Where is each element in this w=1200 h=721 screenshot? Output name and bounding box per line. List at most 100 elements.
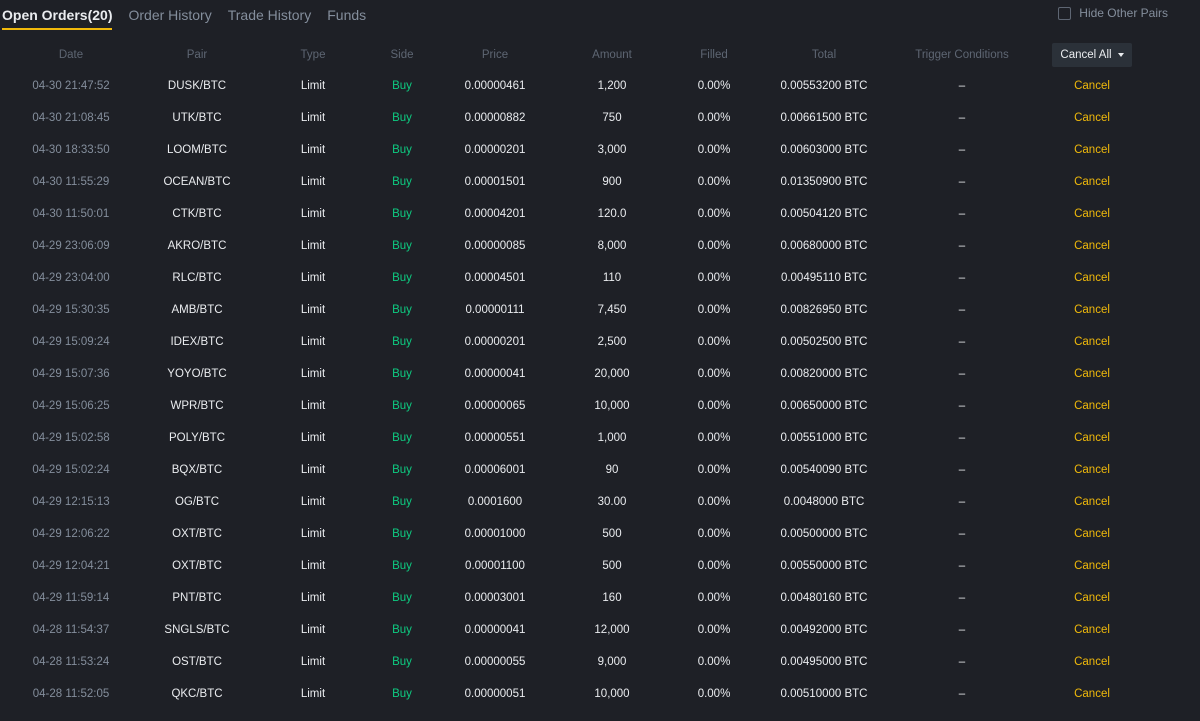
cancel-order-button[interactable]: Cancel [1042, 422, 1142, 454]
tab-trade-history[interactable]: Trade History [228, 0, 312, 29]
cancel-order-button[interactable]: Cancel [1042, 102, 1142, 134]
order-trigger-conditions: – [958, 144, 966, 156]
order-total: 0.00500000 BTC [780, 528, 868, 540]
hide-other-pairs-toggle[interactable]: Hide Other Pairs [1058, 6, 1168, 20]
cancel-order-button[interactable]: Cancel [1042, 678, 1142, 710]
table-row: 04-30 11:55:29 OCEAN/BTC Limit Buy 0.0000150… [0, 166, 1200, 198]
cancel-order-button[interactable]: Cancel [1042, 326, 1142, 358]
cancel-all-label: Cancel All [1060, 49, 1112, 61]
cancel-order-button[interactable]: Cancel [1042, 518, 1142, 550]
order-trigger-conditions: – [958, 112, 966, 124]
tab-order-history[interactable]: Order History [128, 0, 211, 29]
order-date: 04-28 11:52:05 [32, 688, 110, 700]
order-filled: 0.00% [697, 368, 731, 380]
cancel-order-button[interactable]: Cancel [1042, 390, 1142, 422]
table-row: 04-30 21:47:52 DUSK/BTC Limit Buy 0.00000461… [0, 70, 1200, 102]
order-pair: YOYO/BTC [167, 368, 227, 380]
order-side: Buy [392, 528, 412, 540]
order-trigger-conditions: – [958, 240, 966, 252]
order-total: 0.0048000 BTC [783, 496, 865, 508]
order-price: 0.00004501 [464, 272, 526, 284]
order-total: 0.01350900 BTC [780, 176, 868, 188]
order-amount: 1,000 [597, 432, 627, 444]
table-row: 04-29 23:04:00 RLC/BTC Limit Buy 0.00004501 1… [0, 262, 1200, 294]
order-type: Limit [300, 80, 326, 92]
cancel-order-button[interactable]: Cancel [1042, 70, 1142, 102]
tab-funds[interactable]: Funds [327, 0, 366, 29]
order-trigger-conditions: – [958, 560, 966, 572]
table-row: 04-28 11:54:37 SNGLS/BTC Limit Buy 0.0000004… [0, 614, 1200, 646]
orders-table-body: 04-30 21:47:52 DUSK/BTC Limit Buy 0.00000461… [0, 70, 1200, 710]
order-date: 04-30 11:55:29 [32, 176, 110, 188]
order-amount: 500 [602, 560, 622, 572]
order-amount: 10,000 [594, 400, 630, 412]
order-type: Limit [300, 688, 326, 700]
order-type: Limit [300, 592, 326, 604]
order-date: 04-29 15:02:24 [32, 464, 110, 476]
order-price: 0.00001100 [465, 560, 525, 572]
order-pair: OXT/BTC [172, 560, 222, 572]
order-filled: 0.00% [697, 240, 731, 252]
cancel-order-button[interactable]: Cancel [1042, 230, 1142, 262]
cancel-order-button[interactable]: Cancel [1042, 358, 1142, 390]
order-side: Buy [392, 688, 412, 700]
order-pair: OCEAN/BTC [163, 176, 231, 188]
cancel-order-button[interactable]: Cancel [1042, 294, 1142, 326]
order-type: Limit [300, 208, 326, 220]
order-trigger-conditions: – [958, 304, 966, 316]
order-total: 0.00826950 BTC [780, 304, 868, 316]
cancel-order-button[interactable]: Cancel [1042, 614, 1142, 646]
table-row: 04-28 11:52:05 QKC/BTC Limit Buy 0.00000051 1… [0, 678, 1200, 710]
order-date: 04-29 15:09:24 [32, 336, 110, 348]
order-amount: 20,000 [594, 368, 630, 380]
hide-other-pairs-checkbox[interactable] [1058, 6, 1072, 20]
cancel-order-button[interactable]: Cancel [1042, 198, 1142, 230]
order-total: 0.00550000 BTC [780, 560, 868, 572]
order-date: 04-30 21:47:52 [32, 80, 110, 92]
order-date: 04-29 23:06:09 [32, 240, 110, 252]
order-price: 0.00000085 [464, 240, 526, 252]
cancel-order-button[interactable]: Cancel [1042, 646, 1142, 678]
order-amount: 750 [602, 112, 622, 124]
table-row: 04-29 15:02:24 BQX/BTC Limit Buy 0.00006001 9… [0, 454, 1200, 486]
cancel-order-button[interactable]: Cancel [1042, 454, 1142, 486]
cancel-order-button[interactable]: Cancel [1042, 166, 1142, 198]
order-amount: 110 [602, 272, 622, 284]
order-type: Limit [300, 400, 326, 412]
order-price: 0.00000551 [464, 432, 526, 444]
order-total: 0.00540090 BTC [780, 464, 868, 476]
order-price: 0.00000882 [464, 112, 526, 124]
table-row: 04-29 15:02:58 POLY/BTC Limit Buy 0.00000551… [0, 422, 1200, 454]
cancel-order-button[interactable]: Cancel [1042, 582, 1142, 614]
order-trigger-conditions: – [958, 528, 966, 540]
column-header-date: Date [58, 49, 84, 61]
order-trigger-conditions: – [958, 432, 966, 444]
table-row: 04-29 15:07:36 YOYO/BTC Limit Buy 0.00000041… [0, 358, 1200, 390]
order-side: Buy [392, 624, 412, 636]
caret-down-icon [1117, 53, 1124, 57]
order-side: Buy [392, 208, 412, 220]
order-pair: POLY/BTC [168, 432, 226, 444]
cancel-order-button[interactable]: Cancel [1042, 134, 1142, 166]
order-side: Buy [392, 656, 412, 668]
order-trigger-conditions: – [958, 80, 966, 92]
order-type: Limit [300, 240, 326, 252]
order-side: Buy [392, 368, 412, 380]
order-date: 04-29 12:15:13 [32, 496, 110, 508]
order-total: 0.00510000 BTC [780, 688, 868, 700]
order-type: Limit [300, 624, 326, 636]
cancel-order-button[interactable]: Cancel [1042, 550, 1142, 582]
order-pair: IDEX/BTC [170, 336, 224, 348]
column-header-filled: Filled [700, 49, 728, 61]
order-date: 04-28 11:53:24 [32, 656, 110, 668]
order-trigger-conditions: – [958, 464, 966, 476]
tab-open-orders[interactable]: Open Orders(20) [2, 0, 113, 30]
order-filled: 0.00% [697, 496, 731, 508]
cancel-order-button[interactable]: Cancel [1042, 262, 1142, 294]
order-date: 04-29 23:04:00 [32, 272, 110, 284]
order-total: 0.00603000 BTC [780, 144, 868, 156]
cancel-all-button[interactable]: Cancel All [1052, 43, 1132, 67]
cancel-order-button[interactable]: Cancel [1042, 486, 1142, 518]
column-header-total: Total [811, 49, 837, 61]
order-type: Limit [300, 144, 326, 156]
